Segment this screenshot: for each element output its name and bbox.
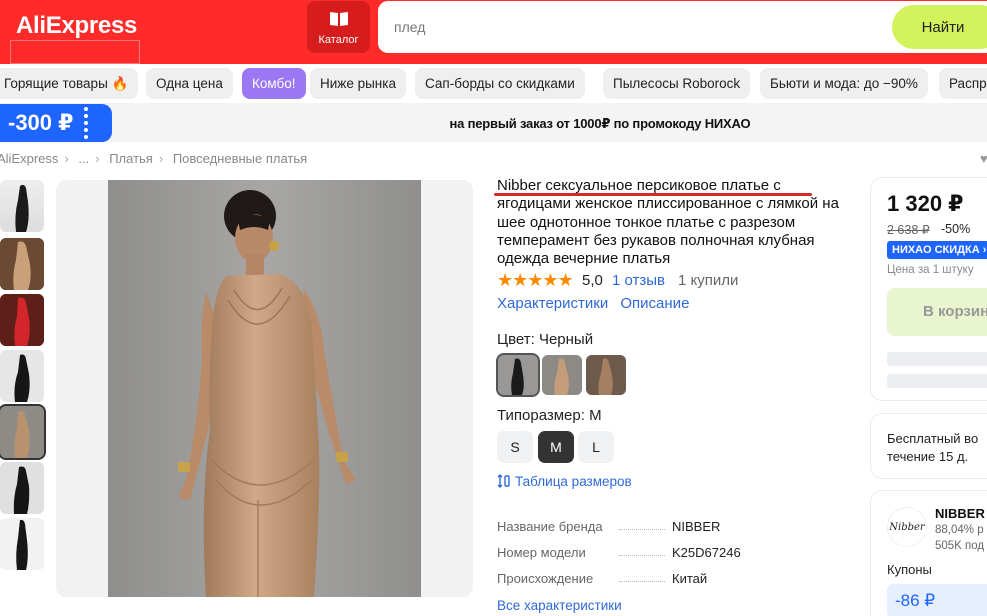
thumbnail-5-selected[interactable]	[0, 404, 46, 460]
rating-stars-icon: ★★★★★	[497, 270, 574, 290]
spec-key: Номер модели	[497, 545, 586, 560]
spec-key: Название бренда	[497, 519, 603, 534]
color-swatch-beige[interactable]	[542, 355, 582, 395]
color-label: Цвет: Черный	[497, 331, 594, 348]
chip-roborock[interactable]: Пылесосы Roborock	[603, 68, 751, 99]
seller-logo[interactable]: Nibber	[887, 507, 927, 547]
thumbnail-4[interactable]	[0, 350, 44, 402]
discount-percent: -50%	[941, 222, 971, 236]
nihao-discount-badge[interactable]: НИХАО СКИДКА ›	[887, 241, 987, 259]
seller-subscribers: 505K под	[935, 540, 985, 552]
add-to-cart-button[interactable]: В корзин	[887, 288, 987, 336]
thumbnail-6[interactable]	[0, 462, 44, 514]
seller-name[interactable]: NIBBER	[935, 506, 985, 521]
logo-focus-box	[10, 40, 140, 64]
category-chips: Горящие товары 🔥 Одна цена Комбо! Ниже р…	[0, 68, 987, 99]
thumbnail-7[interactable]	[0, 518, 44, 570]
delivery-info: Бесплатный во течение 15 д.	[887, 431, 979, 464]
spec-value: Китай	[672, 571, 708, 586]
chevron-right-icon: ›	[64, 151, 69, 166]
perforation-dots	[84, 107, 90, 139]
favorite-heart-icon[interactable]: ♥	[980, 151, 987, 166]
size-table-label: Таблица размеров	[515, 474, 632, 489]
spec-row-origin: Происхождение Китай	[497, 571, 757, 589]
size-option-s[interactable]: S	[497, 431, 533, 463]
spec-value: NIBBER	[672, 519, 721, 534]
size-table-link[interactable]: Таблица размеров	[497, 474, 632, 489]
tab-characteristics[interactable]: Характеристики	[497, 295, 608, 312]
breadcrumb-item-home[interactable]: AliExpress	[0, 151, 58, 166]
thumbnail-3[interactable]	[0, 294, 44, 346]
breadcrumb-item-dresses[interactable]: Платья	[109, 151, 153, 166]
search-button[interactable]: Найти	[892, 5, 987, 49]
chevron-right-icon: ›	[982, 244, 987, 256]
spec-row-model: Номер модели K25D67246	[497, 545, 757, 563]
search-input[interactable]	[394, 17, 874, 37]
chip-sale-truncated[interactable]: Распр	[939, 68, 987, 99]
seller-rating: 88,04% р	[935, 524, 984, 536]
chip-hot-deals[interactable]: Горящие товары 🔥	[0, 68, 139, 99]
loading-placeholder	[887, 352, 987, 366]
spec-leader-dots	[619, 529, 665, 530]
aliexpress-logo[interactable]: AliExpress	[16, 12, 137, 40]
spec-leader-dots	[619, 555, 665, 556]
delivery-card: Бесплатный во течение 15 д.	[870, 413, 987, 479]
promo-text: на первый заказ от 1000₽ по промокоду НИ…	[449, 116, 751, 131]
size-label: Типоразмер: M	[497, 407, 602, 424]
chip-beauty-fashion[interactable]: Бьюти и мода: до −90%	[760, 68, 928, 99]
price-card: 1 320 ₽ 2 638 ₽ -50% НИХАО СКИДКА › Цена…	[870, 177, 987, 401]
color-swatch-black[interactable]	[496, 353, 540, 397]
color-swatch-brown[interactable]	[586, 355, 626, 395]
rating-value: 5,0	[582, 272, 603, 289]
breadcrumb: AliExpress › ... › Платья › Повседневные пл…	[0, 151, 313, 166]
promo-badge-amount: -300 ₽	[8, 110, 74, 135]
spec-key: Происхождение	[497, 571, 594, 586]
spec-row-brand: Название бренда NIBBER	[497, 519, 757, 537]
nihao-badge-label: НИХАО СКИДКА	[892, 244, 980, 256]
old-price: 2 638 ₽	[887, 223, 930, 237]
tab-description[interactable]: Описание	[620, 295, 689, 312]
catalog-button[interactable]: Каталог	[307, 1, 370, 53]
spec-leader-dots	[619, 581, 665, 582]
breadcrumb-item-ellipsis[interactable]: ...	[78, 151, 89, 166]
price-per-unit: Цена за 1 штуку	[887, 264, 974, 276]
ruler-icon	[497, 474, 510, 488]
loading-placeholder	[887, 374, 987, 388]
size-option-l[interactable]: L	[578, 431, 614, 463]
thumbnail-1[interactable]	[0, 180, 44, 232]
bought-count: 1 купили	[678, 272, 739, 289]
chip-combo[interactable]: Комбо!	[242, 68, 306, 99]
promo-banner[interactable]: -300 ₽ на первый заказ от 1000₽ по промо…	[0, 103, 987, 142]
main-product-image[interactable]	[108, 180, 421, 597]
promo-badge: -300 ₽	[0, 104, 112, 142]
catalog-label: Каталог	[318, 34, 359, 46]
top-header: AliExpress Каталог Найти	[0, 0, 987, 64]
current-price: 1 320 ₽	[887, 191, 964, 216]
chip-one-price[interactable]: Одна цена	[146, 68, 233, 99]
thumbnail-2[interactable]	[0, 238, 44, 290]
title-underline-mark	[494, 193, 812, 196]
chevron-right-icon: ›	[158, 151, 164, 166]
spec-value: K25D67246	[672, 545, 741, 560]
chevron-right-icon: ›	[95, 151, 100, 166]
chip-below-market[interactable]: Ниже рынка	[310, 68, 406, 99]
all-specs-link[interactable]: Все характеристики	[497, 598, 622, 613]
product-section-links: Характеристики Описание	[497, 295, 697, 312]
size-option-m[interactable]: M	[538, 431, 574, 463]
breadcrumb-item-casual-dresses[interactable]: Повседневные платья	[173, 151, 307, 166]
coupon-card[interactable]: -86 ₽	[887, 584, 987, 616]
seller-card: Nibber NIBBER 88,04% р 505K под Купоны -…	[870, 490, 987, 616]
reviews-link[interactable]: 1 отзыв	[612, 272, 665, 289]
chip-sup-boards[interactable]: Сап-борды со скидками	[415, 68, 585, 99]
catalog-book-icon	[330, 12, 348, 26]
product-title: Nibber сексуальное персиковое платье с я…	[497, 177, 839, 268]
coupons-label: Купоны	[887, 562, 932, 577]
